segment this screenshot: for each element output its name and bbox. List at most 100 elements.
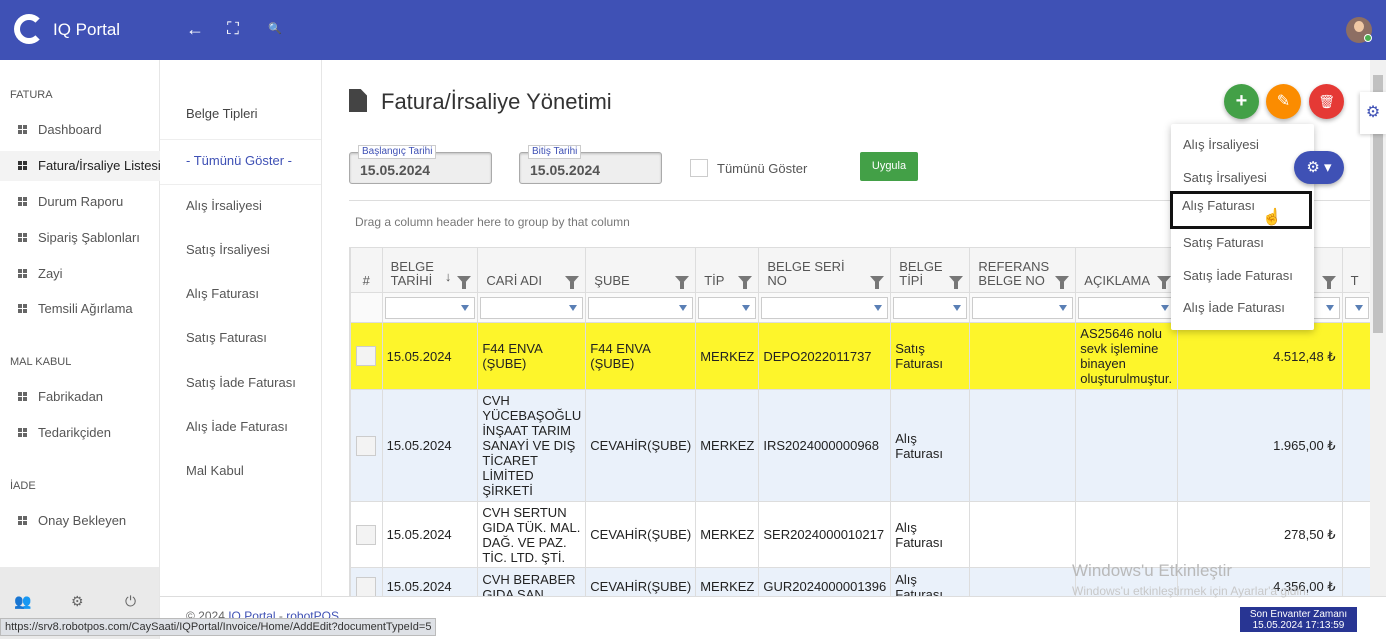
cell-description bbox=[1075, 389, 1179, 502]
column-header-date[interactable]: BELGE TARİHİ ↓ bbox=[381, 247, 479, 293]
users-icon[interactable]: 👥 bbox=[14, 593, 31, 610]
subnav-item[interactable]: Satış İrsaliyesi bbox=[160, 240, 321, 260]
sidebar-item-label: Temsili Ağırlama bbox=[38, 301, 133, 316]
cell-amount: 278,50 ₺ bbox=[1177, 501, 1343, 568]
sidebar-item-status-report[interactable]: Durum Raporu bbox=[0, 187, 160, 217]
menu-item[interactable]: Satış Faturası bbox=[1171, 228, 1314, 258]
filter-input[interactable] bbox=[1078, 296, 1176, 319]
sidebar-item-from-supplier[interactable]: Tedarikçiden bbox=[0, 418, 160, 448]
row-checkbox[interactable] bbox=[356, 435, 377, 456]
cell-serial: DEPO2022011737 bbox=[758, 322, 892, 390]
column-header-description[interactable]: AÇIKLAMA bbox=[1075, 247, 1179, 293]
sidebar-item-order-templates[interactable]: Sipariş Şablonları bbox=[0, 223, 160, 253]
row-checkbox[interactable] bbox=[356, 346, 377, 366]
row-checkbox[interactable] bbox=[356, 524, 377, 545]
apply-button[interactable]: Uygula bbox=[860, 152, 918, 181]
start-date-label: Başlangıç Tarihi bbox=[358, 145, 437, 159]
subnav-item[interactable]: Satış İade Faturası bbox=[160, 373, 321, 393]
settings-dropdown-button[interactable]: ⚙ ▾ bbox=[1294, 151, 1344, 184]
end-date-field[interactable]: Bitiş Tarihi 15.05.2024 bbox=[519, 145, 662, 184]
table-row[interactable]: 15.05.2024 F44 ENVA (ŞUBE) F44 ENVA (ŞUB… bbox=[350, 322, 1372, 390]
column-header-branch[interactable]: ŞUBE bbox=[585, 247, 697, 293]
sidebar-item-waste[interactable]: Zayi bbox=[0, 259, 160, 289]
cell-serial: SER2024000010217 bbox=[758, 501, 892, 568]
cell-branch: F44 ENVA (ŞUBE) bbox=[585, 322, 697, 390]
expand-icon[interactable]: ⛶ bbox=[227, 19, 239, 39]
edit-button[interactable]: ✎ bbox=[1266, 84, 1301, 119]
scrollbar[interactable] bbox=[1370, 60, 1386, 596]
divider bbox=[160, 184, 321, 185]
column-header-type[interactable]: TİP bbox=[695, 247, 760, 293]
cell-description bbox=[1075, 501, 1179, 568]
menu-item-hovered[interactable]: Alış Faturası bbox=[1170, 191, 1312, 229]
sidebar-item-pending-approval[interactable]: Onay Bekleyen bbox=[0, 506, 160, 536]
menu-item[interactable]: Satış İade Faturası bbox=[1171, 261, 1314, 291]
sidebar-item-invoice-list[interactable]: Fatura/İrsaliye Listesi bbox=[0, 151, 161, 181]
column-header-doc-type[interactable]: BELGE TİPİ bbox=[890, 247, 971, 293]
cell-reference bbox=[969, 389, 1077, 502]
filter-input[interactable] bbox=[1344, 296, 1369, 319]
power-icon[interactable]: ⏻ bbox=[125, 593, 136, 610]
sidebar-item-label: Dashboard bbox=[38, 122, 102, 137]
sort-desc-icon[interactable]: ↓ bbox=[445, 270, 452, 284]
menu-item[interactable]: Alış İade Faturası bbox=[1171, 293, 1314, 323]
subnav-item[interactable]: Satış Faturası bbox=[160, 328, 321, 348]
filter-icon[interactable] bbox=[1321, 276, 1336, 289]
sidebar-item-dashboard[interactable]: Dashboard bbox=[0, 115, 160, 145]
show-all-checkbox[interactable] bbox=[690, 159, 708, 177]
filter-input[interactable] bbox=[698, 296, 757, 319]
sidebar-item-hospitality[interactable]: Temsili Ağırlama bbox=[0, 294, 160, 324]
arrow-left-icon[interactable]: ← bbox=[186, 19, 204, 39]
start-date-field[interactable]: Başlangıç Tarihi 15.05.2024 bbox=[349, 145, 492, 184]
search-icon[interactable]: 🔍 bbox=[268, 19, 282, 39]
filter-icon[interactable] bbox=[457, 276, 472, 289]
filter-input[interactable] bbox=[893, 296, 968, 319]
menu-item[interactable]: Alış İrsaliyesi bbox=[1171, 130, 1314, 160]
filter-input[interactable] bbox=[384, 296, 476, 319]
column-header-reference[interactable]: REFERANS BELGE NO bbox=[969, 247, 1077, 293]
filter-icon[interactable] bbox=[565, 276, 580, 289]
subnav-item[interactable]: Mal Kabul bbox=[160, 461, 321, 481]
filter-input[interactable] bbox=[480, 296, 584, 319]
filter-icon[interactable] bbox=[949, 276, 964, 289]
filter-input[interactable] bbox=[588, 296, 694, 319]
filter-icon[interactable] bbox=[675, 276, 690, 289]
row-checkbox[interactable] bbox=[356, 576, 377, 597]
filter-icon[interactable] bbox=[1157, 276, 1172, 289]
table-row[interactable]: 15.05.2024 CVH SERTUN GIDA TÜK. MAL. DAĞ… bbox=[350, 501, 1372, 568]
gear-icon[interactable]: ⚙ bbox=[71, 593, 84, 610]
column-header-index: # bbox=[350, 247, 383, 293]
column-header-next[interactable]: T bbox=[1341, 247, 1372, 293]
cell-type: MERKEZ bbox=[695, 501, 760, 568]
filter-icon[interactable] bbox=[738, 276, 753, 289]
table-row[interactable]: 15.05.2024 CVH YÜCEBAŞOĞLU İNŞAAT TARIM … bbox=[350, 389, 1372, 502]
column-header-customer[interactable]: CARİ ADI bbox=[477, 247, 587, 293]
menu-item[interactable]: Satış İrsaliyesi bbox=[1171, 163, 1314, 193]
cell-date: 15.05.2024 bbox=[381, 389, 479, 502]
subnav-item[interactable]: Alış İade Faturası bbox=[160, 417, 321, 437]
grid-icon bbox=[18, 125, 27, 134]
new-document-menu: Alış İrsaliyesi Satış İrsaliyesi Alış Fa… bbox=[1170, 124, 1314, 330]
filter-icon[interactable] bbox=[870, 276, 885, 289]
filter-input[interactable] bbox=[972, 296, 1074, 319]
sidebar-item-from-factory[interactable]: Fabrikadan bbox=[0, 382, 160, 412]
filter-icon[interactable] bbox=[1055, 276, 1070, 289]
subnav-item-show-all[interactable]: - Tümünü Göster - bbox=[160, 151, 321, 171]
side-settings-icon[interactable]: ⚙ bbox=[1360, 92, 1386, 134]
cell-customer: F44 ENVA (ŞUBE) bbox=[477, 322, 587, 390]
sidebar-item-label: Zayi bbox=[38, 266, 63, 281]
grid-icon bbox=[18, 233, 27, 242]
grid-icon bbox=[18, 304, 27, 313]
grid-icon bbox=[18, 428, 27, 437]
subnav-item[interactable]: Alış Faturası bbox=[160, 284, 321, 304]
group-panel-hint[interactable]: Drag a column header here to group by th… bbox=[355, 215, 630, 229]
sidebar-item-label: Onay Bekleyen bbox=[38, 513, 127, 528]
add-button[interactable]: + bbox=[1224, 84, 1259, 119]
column-header-serial[interactable]: BELGE SERİ NO bbox=[758, 247, 892, 293]
cell-branch: CEVAHİR(ŞUBE) bbox=[585, 501, 697, 568]
delete-button[interactable]: 🗑 bbox=[1309, 84, 1344, 119]
document-icon bbox=[349, 89, 367, 112]
filter-input[interactable] bbox=[761, 296, 889, 319]
app-title[interactable]: IQ Portal bbox=[53, 20, 120, 40]
subnav-item[interactable]: Alış İrsaliyesi bbox=[160, 196, 321, 216]
